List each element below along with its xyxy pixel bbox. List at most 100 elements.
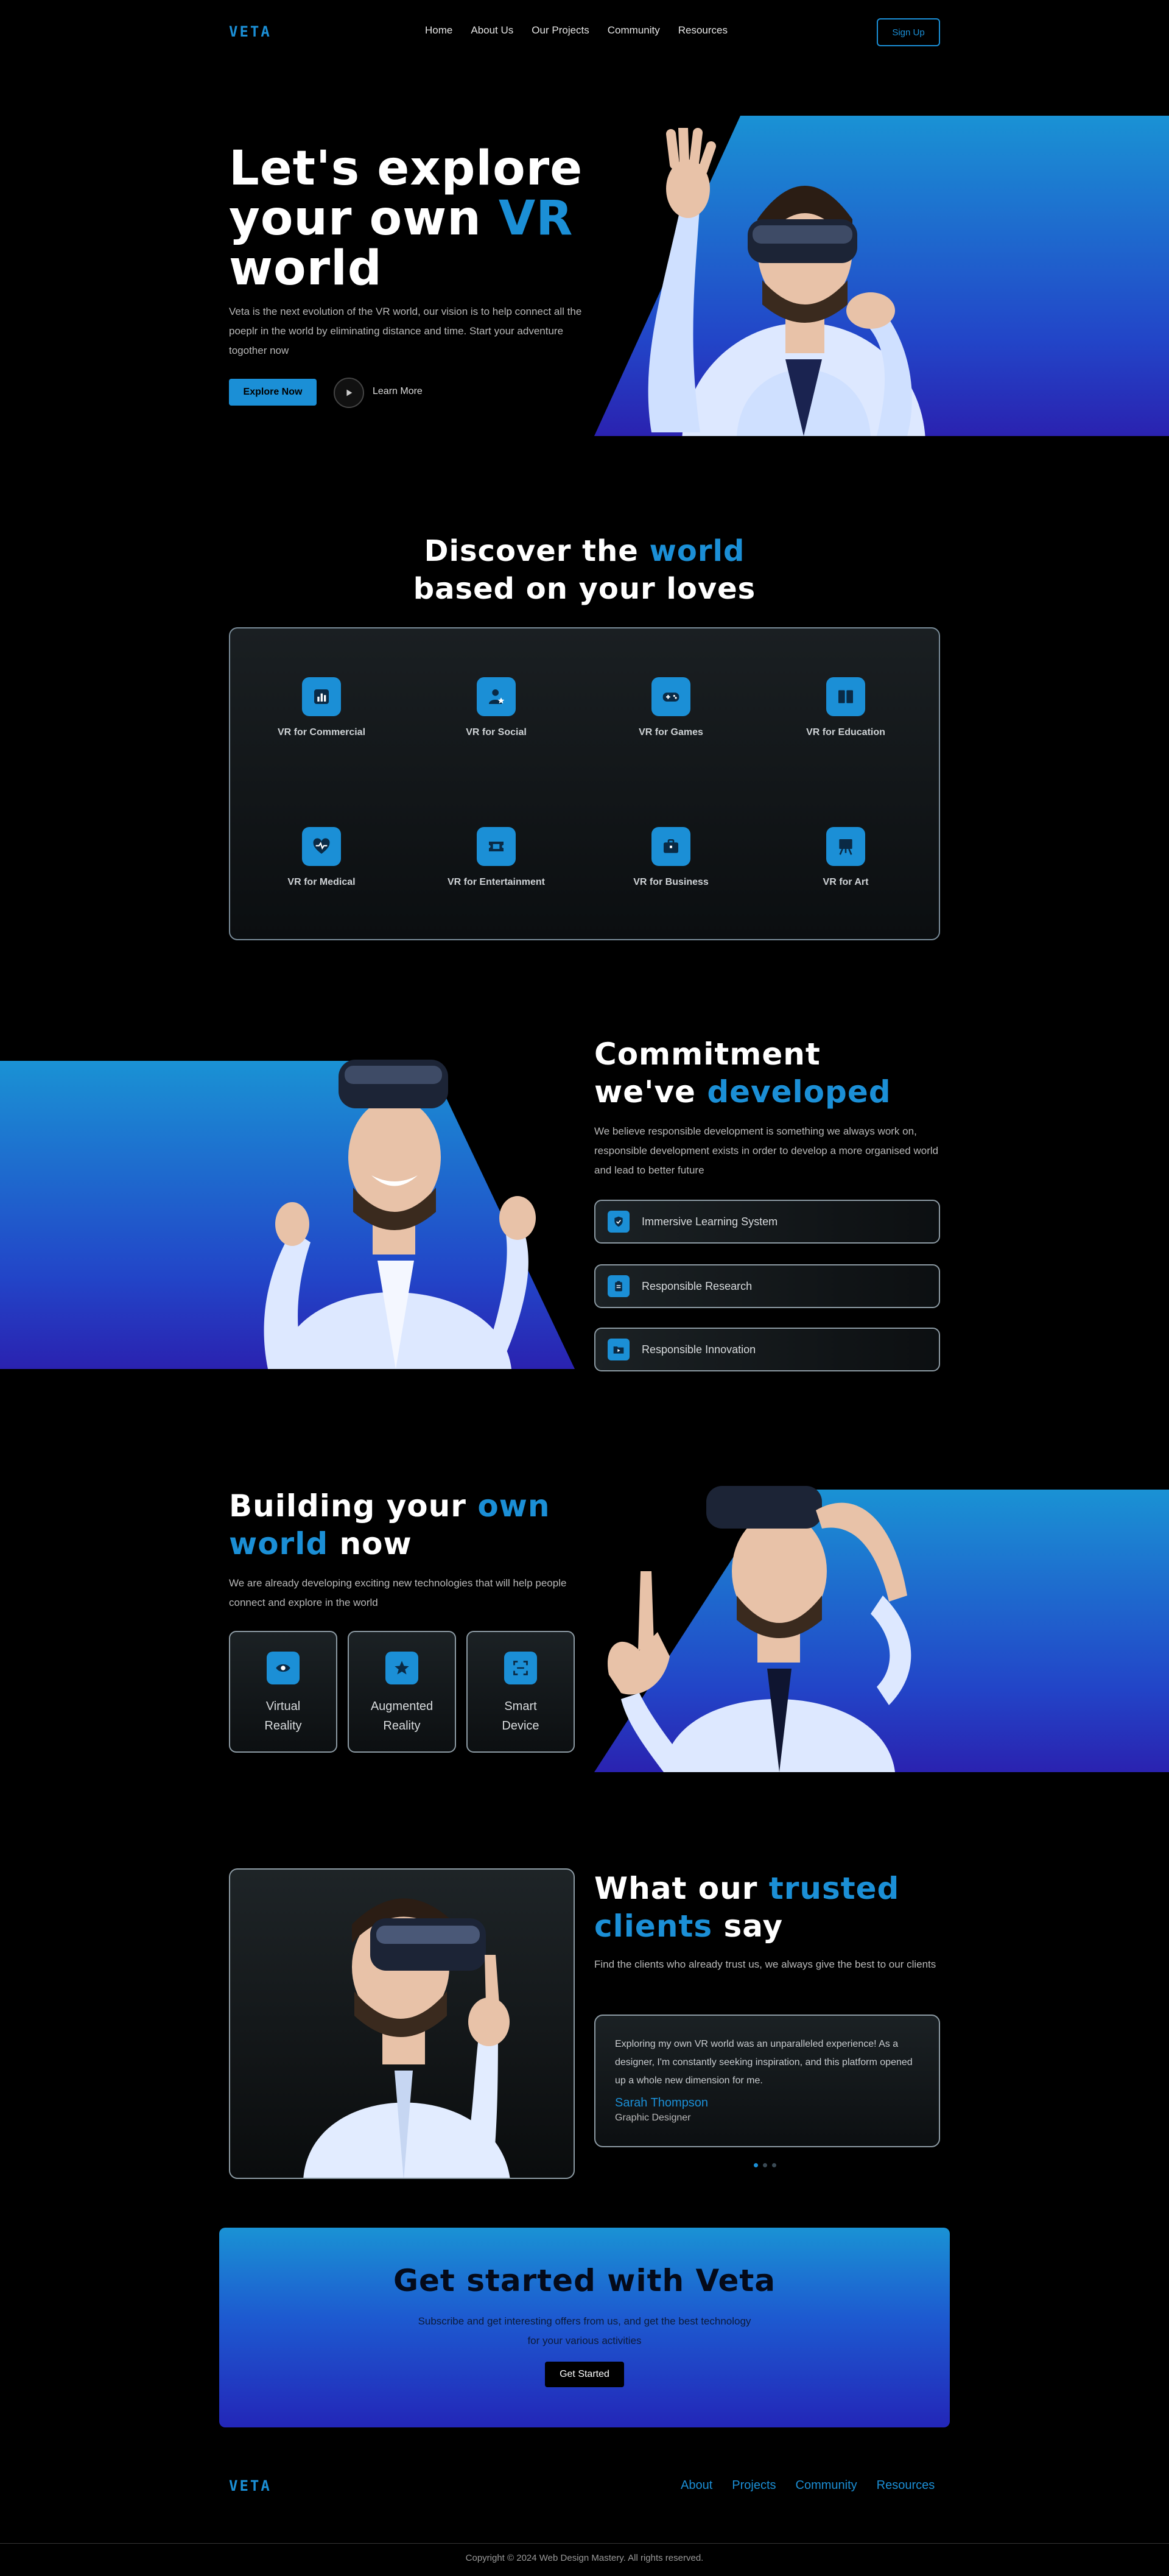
- category-social[interactable]: VR for Social: [423, 677, 569, 738]
- copyright: Copyright © 2024 Web Design Mastery. All…: [465, 2553, 704, 2563]
- explore-now-button[interactable]: Explore Now: [229, 379, 317, 406]
- clipboard-icon: [608, 1275, 630, 1297]
- play-icon: [346, 389, 353, 396]
- category-medical[interactable]: VR for Medical: [248, 827, 395, 888]
- footer-link-projects[interactable]: Projects: [732, 2479, 776, 2493]
- signup-button[interactable]: Sign Up: [877, 18, 940, 46]
- building-title-line1: Building your own: [229, 1487, 550, 1525]
- easel-icon: [826, 827, 865, 866]
- shield-icon: [608, 1211, 630, 1233]
- gamepad-icon: [651, 677, 690, 716]
- tech-card-line2: Device: [502, 1719, 539, 1733]
- footer-link-about[interactable]: About: [681, 2479, 712, 2493]
- category-commercial[interactable]: VR for Commercial: [248, 677, 395, 738]
- testimonials-description: Find the clients who already trust us, w…: [594, 1958, 936, 1970]
- category-label: VR for Entertainment: [447, 877, 545, 887]
- testimonials-title-accent: clients: [594, 1909, 713, 1944]
- nav-link-resources[interactable]: Resources: [678, 24, 728, 37]
- logo[interactable]: VETA: [229, 23, 272, 40]
- category-label: VR for Business: [633, 877, 709, 887]
- commitment-item-innovation[interactable]: Responsible Innovation: [594, 1328, 940, 1371]
- pagination-dot[interactable]: [754, 2163, 758, 2167]
- book-icon: [826, 677, 865, 716]
- play-button[interactable]: [334, 378, 364, 408]
- category-education[interactable]: VR for Education: [773, 677, 919, 738]
- category-games[interactable]: VR for Games: [598, 677, 744, 738]
- footer-divider: [0, 2543, 1169, 2544]
- commitment-item-label: Responsible Innovation: [642, 1343, 756, 1356]
- testimonials-title-line2: clients say: [594, 1907, 899, 1945]
- footer-logo[interactable]: VETA: [229, 2477, 272, 2494]
- category-label: VR for Social: [466, 727, 527, 737]
- testimonial-image-frame: [229, 1868, 575, 2179]
- hero-title-text: your own: [229, 191, 499, 246]
- building-title-line2: world now: [229, 1525, 550, 1563]
- commitment-title: Commitment we've developed: [594, 1035, 891, 1111]
- discover-title-line1: Discover the world: [229, 532, 940, 570]
- category-label: VR for Medical: [287, 877, 356, 887]
- tech-card-line2: Reality: [264, 1719, 302, 1733]
- footer-nav: About Projects Community Resources: [681, 2479, 935, 2493]
- commitment-item-research[interactable]: Responsible Research: [594, 1264, 940, 1308]
- tech-card-line1: Virtual: [265, 1700, 301, 1713]
- commitment-title-line1: Commitment: [594, 1036, 821, 1072]
- tech-card-virtual-reality[interactable]: Virtual Reality: [229, 1631, 337, 1753]
- category-entertainment[interactable]: VR for Entertainment: [423, 827, 569, 888]
- footer-link-community[interactable]: Community: [796, 2479, 857, 2493]
- testimonials-title-line1: What our trusted: [594, 1870, 899, 1907]
- category-label: VR for Commercial: [277, 727, 366, 737]
- tech-card-label: Virtual Reality: [230, 1697, 336, 1736]
- nav-link-home[interactable]: Home: [425, 24, 452, 37]
- category-business[interactable]: VR for Business: [598, 827, 744, 888]
- learn-more-link[interactable]: Learn More: [373, 386, 423, 397]
- building-title-text: Building your: [229, 1488, 478, 1524]
- testimonials-title-text: say: [712, 1909, 784, 1944]
- category-label: VR for Education: [806, 727, 885, 737]
- testimonial-card: Exploring my own VR world was an unparal…: [594, 2015, 940, 2147]
- tech-card-augmented-reality[interactable]: Augmented Reality: [348, 1631, 456, 1753]
- nav-link-about[interactable]: About Us: [471, 24, 513, 37]
- pagination-dot[interactable]: [772, 2163, 776, 2167]
- nav-link-community[interactable]: Community: [608, 24, 660, 37]
- building-description: We are already developing exciting new t…: [229, 1577, 567, 1608]
- main-nav: Home About Us Our Projects Community Res…: [425, 24, 728, 37]
- hero-description: Veta is the next evolution of the VR wor…: [229, 306, 582, 356]
- category-label: VR for Games: [639, 727, 703, 737]
- category-label: VR for Art: [823, 877, 869, 887]
- category-grid: VR for Commercial VR for Social VR for G…: [229, 627, 940, 940]
- briefcase-icon: [651, 827, 690, 866]
- hero-title-line3: world: [229, 241, 382, 296]
- nav-link-projects[interactable]: Our Projects: [532, 24, 589, 37]
- tech-card-line1: Smart: [504, 1700, 537, 1713]
- testimonial-author: Sarah Thompson: [615, 2096, 709, 2110]
- cta-description: Subscribe and get interesting offers fro…: [418, 2315, 751, 2346]
- hero-title-accent: VR: [498, 191, 574, 246]
- footer-link-resources[interactable]: Resources: [877, 2479, 935, 2493]
- scan-icon: [504, 1652, 537, 1684]
- testimonials-title-text: What our: [594, 1871, 769, 1906]
- hero-title: Let's explore your own VR world: [229, 144, 583, 294]
- hero-vr-person-image: [603, 123, 944, 566]
- commitment-item-label: Immersive Learning System: [642, 1215, 778, 1228]
- commitment-description: We believe responsible development is so…: [594, 1125, 939, 1176]
- get-started-button[interactable]: Get Started: [545, 2362, 624, 2387]
- cta-banner: Get started with Veta Subscribe and get …: [219, 2228, 950, 2427]
- user-star-icon: [477, 677, 516, 716]
- cta-title: Get started with Veta: [393, 2263, 776, 2298]
- pagination-dot[interactable]: [763, 2163, 767, 2167]
- testimonials-title-accent: trusted: [768, 1871, 900, 1906]
- discover-title: Discover the world based on your loves: [229, 532, 940, 608]
- tech-card-label: Augmented Reality: [349, 1697, 455, 1736]
- tech-card-smart-device[interactable]: Smart Device: [466, 1631, 575, 1753]
- commitment-vr-person-image: [256, 1047, 548, 1369]
- discover-title-accent: world: [649, 534, 745, 568]
- testimonial-quote: Exploring my own VR world was an unparal…: [615, 2039, 913, 2086]
- folder-icon: [608, 1339, 630, 1360]
- commitment-item-immersive[interactable]: Immersive Learning System: [594, 1200, 940, 1244]
- building-title: Building your own world now: [229, 1487, 550, 1563]
- ticket-icon: [477, 827, 516, 866]
- category-art[interactable]: VR for Art: [773, 827, 919, 888]
- hero-title-line1: Let's explore: [229, 141, 583, 196]
- commitment-title-accent: developed: [707, 1074, 891, 1110]
- testimonial-role: Graphic Designer: [615, 2113, 691, 2123]
